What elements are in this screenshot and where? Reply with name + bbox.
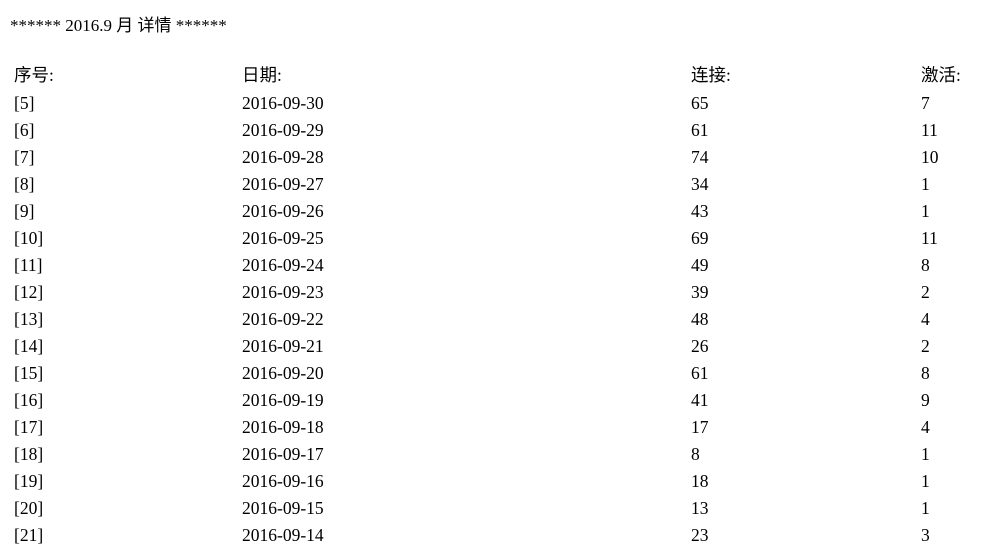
cell-connections: 8	[691, 444, 700, 464]
cell-connections: 13	[691, 498, 709, 518]
table-header-row: 序号: 日期: 连接: 激活:	[14, 60, 983, 90]
cell-index: [18]	[14, 444, 44, 464]
cell-date: 2016-09-17	[242, 444, 324, 464]
cell-activations: 8	[921, 363, 930, 383]
cell-date: 2016-09-16	[242, 471, 324, 491]
cell-index: [14]	[14, 336, 44, 356]
cell-index: [17]	[14, 417, 44, 437]
cell-date: 2016-09-19	[242, 390, 324, 410]
table-row: [11] 2016-09-24 49 8	[14, 252, 983, 279]
table-row: [7] 2016-09-28 74 10	[14, 144, 983, 171]
cell-connections: 17	[691, 417, 709, 437]
cell-activations: 11	[921, 228, 938, 248]
cell-date: 2016-09-18	[242, 417, 324, 437]
cell-connections: 41	[691, 390, 709, 410]
cell-activations: 7	[921, 93, 930, 113]
cell-connections: 74	[691, 147, 709, 167]
table-row: [6] 2016-09-29 61 11	[14, 117, 983, 144]
cell-index: [7]	[14, 147, 35, 167]
table-row: [12] 2016-09-23 39 2	[14, 279, 983, 306]
cell-activations: 2	[921, 336, 930, 356]
cell-activations: 1	[921, 471, 930, 491]
cell-date: 2016-09-26	[242, 201, 324, 221]
table-row: [18] 2016-09-17 8 1	[14, 441, 983, 468]
table-row: [20] 2016-09-15 13 1	[14, 495, 983, 522]
cell-index: [11]	[14, 255, 43, 275]
cell-date: 2016-09-14	[242, 525, 324, 545]
header-connections: 连接:	[691, 65, 731, 85]
table-row: [21] 2016-09-14 23 3	[14, 522, 983, 549]
cell-index: [21]	[14, 525, 44, 545]
cell-date: 2016-09-25	[242, 228, 324, 248]
table-row: [16] 2016-09-19 41 9	[14, 387, 983, 414]
cell-date: 2016-09-20	[242, 363, 324, 383]
cell-connections: 26	[691, 336, 709, 356]
cell-index: [13]	[14, 309, 44, 329]
cell-index: [20]	[14, 498, 44, 518]
cell-index: [19]	[14, 471, 44, 491]
cell-connections: 61	[691, 363, 709, 383]
page-title: ****** 2016.9 月 详情 ******	[10, 16, 227, 35]
table-body: [5] 2016-09-30 65 7 [6] 2016-09-29 61 11 [7] 2016…	[14, 90, 983, 549]
cell-connections: 18	[691, 471, 709, 491]
table-row: [19] 2016-09-16 18 1	[14, 468, 983, 495]
cell-activations: 1	[921, 201, 930, 221]
cell-activations: 10	[921, 147, 939, 167]
table-row: [17] 2016-09-18 17 4	[14, 414, 983, 441]
table-row: [9] 2016-09-26 43 1	[14, 198, 983, 225]
table-row: [10] 2016-09-25 69 11	[14, 225, 983, 252]
table-row: [13] 2016-09-22 48 4	[14, 306, 983, 333]
cell-date: 2016-09-15	[242, 498, 324, 518]
table-row: [15] 2016-09-20 61 8	[14, 360, 983, 387]
cell-date: 2016-09-22	[242, 309, 324, 329]
cell-date: 2016-09-27	[242, 174, 324, 194]
header-activations: 激活:	[921, 65, 961, 85]
cell-activations: 11	[921, 120, 938, 140]
cell-activations: 8	[921, 255, 930, 275]
cell-activations: 1	[921, 498, 930, 518]
cell-connections: 49	[691, 255, 709, 275]
table-row: [14] 2016-09-21 26 2	[14, 333, 983, 360]
cell-activations: 3	[921, 525, 930, 545]
cell-connections: 61	[691, 120, 709, 140]
header-index: 序号:	[14, 65, 54, 85]
cell-connections: 39	[691, 282, 709, 302]
table-row: [8] 2016-09-27 34 1	[14, 171, 983, 198]
cell-activations: 2	[921, 282, 930, 302]
cell-connections: 69	[691, 228, 709, 248]
cell-activations: 1	[921, 444, 930, 464]
cell-activations: 4	[921, 417, 930, 437]
cell-index: [16]	[14, 390, 44, 410]
cell-index: [9]	[14, 201, 35, 221]
table-row: [5] 2016-09-30 65 7	[14, 90, 983, 117]
cell-activations: 1	[921, 174, 930, 194]
cell-date: 2016-09-30	[242, 93, 324, 113]
cell-activations: 9	[921, 390, 930, 410]
cell-index: [6]	[14, 120, 35, 140]
cell-index: [8]	[14, 174, 35, 194]
header-date: 日期:	[242, 65, 282, 85]
cell-connections: 48	[691, 309, 709, 329]
cell-date: 2016-09-21	[242, 336, 324, 356]
cell-connections: 65	[691, 93, 709, 113]
cell-connections: 43	[691, 201, 709, 221]
cell-date: 2016-09-24	[242, 255, 324, 275]
details-table: 序号: 日期: 连接: 激活: [5] 2016-09-30 65 7 [6] 2016-…	[14, 60, 983, 549]
cell-index: [12]	[14, 282, 44, 302]
cell-date: 2016-09-29	[242, 120, 324, 140]
cell-index: [15]	[14, 363, 44, 383]
cell-date: 2016-09-23	[242, 282, 324, 302]
cell-activations: 4	[921, 309, 930, 329]
cell-connections: 34	[691, 174, 709, 194]
cell-index: [10]	[14, 228, 44, 248]
cell-date: 2016-09-28	[242, 147, 324, 167]
cell-connections: 23	[691, 525, 709, 545]
cell-index: [5]	[14, 93, 35, 113]
